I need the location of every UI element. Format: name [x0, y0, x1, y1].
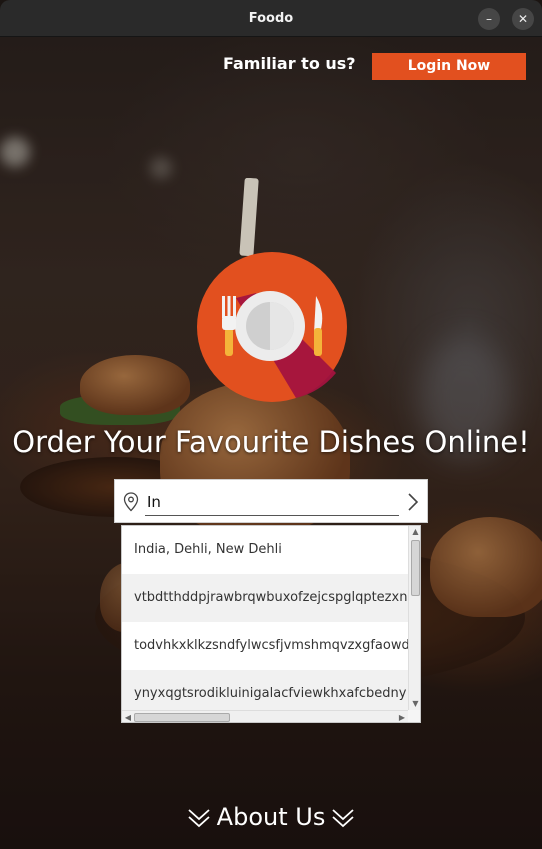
location-search-box	[114, 479, 428, 523]
double-chevron-down-icon	[188, 809, 210, 828]
vertical-scroll-thumb[interactable]	[411, 540, 420, 596]
window-title: Foodo	[248, 11, 294, 26]
location-search-input[interactable]	[145, 488, 399, 516]
suggestion-list: India, Dehli, New Dehli vtbdtthddpjrawbr…	[122, 526, 408, 710]
vertical-scrollbar[interactable]: ▲ ▼	[408, 526, 420, 710]
familiar-prompt: Familiar to us?	[223, 54, 356, 73]
scroll-right-arrow-icon[interactable]: ▶	[396, 711, 408, 722]
minimize-button[interactable]: –	[478, 8, 500, 30]
horizontal-scrollbar[interactable]: ◀ ▶	[122, 710, 408, 722]
headline: Order Your Favourite Dishes Online!	[12, 425, 530, 459]
suggestion-item[interactable]: India, Dehli, New Dehli	[122, 526, 408, 574]
double-chevron-down-icon	[332, 809, 354, 828]
scroll-up-arrow-icon[interactable]: ▲	[409, 526, 420, 538]
about-us-link[interactable]: About Us	[0, 803, 542, 831]
suggestion-item[interactable]: todvhkxklkzsndfylwcsfjvmshmqvzxgfaowd	[122, 622, 408, 670]
suggestion-item[interactable]: ynyxqgtsrodikluinigalacfviewkhxafcbedny	[122, 670, 408, 710]
chevron-right-icon[interactable]	[405, 492, 421, 512]
scroll-down-arrow-icon[interactable]: ▼	[409, 698, 420, 710]
suggestion-item[interactable]: vtbdtthddpjrawbrqwbuxofzejcspglqptezxn	[122, 574, 408, 622]
login-now-button[interactable]: Login Now	[372, 53, 526, 80]
close-button[interactable]: ✕	[512, 8, 534, 30]
suggestion-dropdown: India, Dehli, New Dehli vtbdtthddpjrawbr…	[121, 525, 421, 723]
about-us-label: About Us	[216, 803, 326, 831]
scroll-left-arrow-icon[interactable]: ◀	[122, 711, 134, 722]
location-pin-icon	[123, 492, 139, 512]
plate-fork-knife-logo-icon	[197, 178, 347, 402]
horizontal-scroll-thumb[interactable]	[134, 713, 230, 722]
title-bar: Foodo – ✕	[0, 0, 542, 37]
